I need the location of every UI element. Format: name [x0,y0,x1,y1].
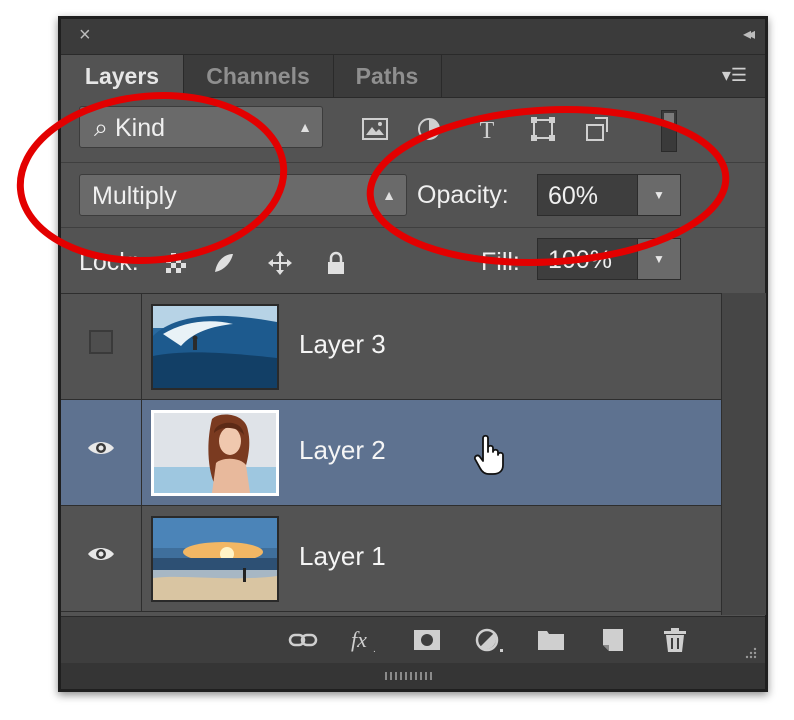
annotation-circle-opacity [366,106,730,266]
annotation-circle-blend-mode [16,92,288,264]
annotation-overlay [16,92,730,266]
